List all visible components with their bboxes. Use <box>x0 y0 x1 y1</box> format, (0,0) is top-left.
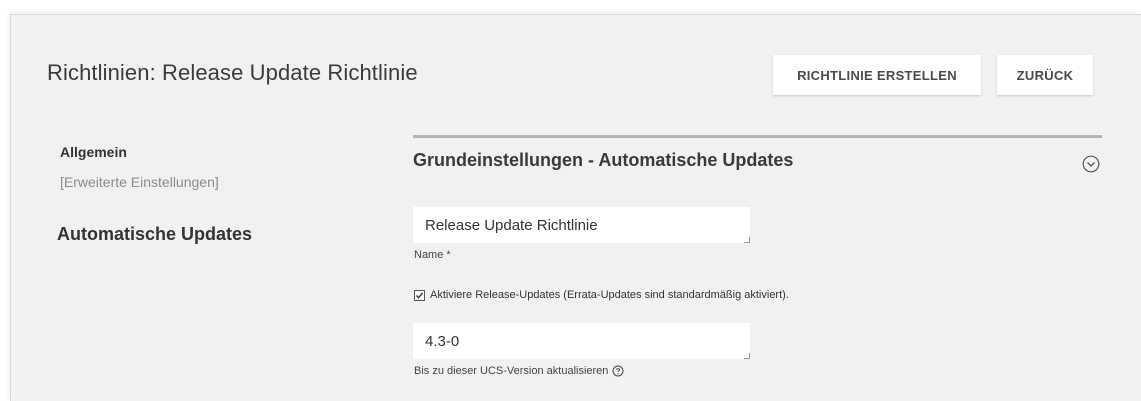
version-input[interactable] <box>413 323 750 359</box>
create-policy-button[interactable]: RICHTLINIE ERSTELLEN <box>773 55 981 95</box>
release-updates-label[interactable]: Aktiviere Release-Updates (Errata-Update… <box>430 289 789 301</box>
nav-advanced-settings[interactable]: [Erweiterte Einstellungen] <box>60 174 219 190</box>
checkmark-icon <box>416 291 424 299</box>
release-updates-checkbox[interactable] <box>414 289 425 301</box>
release-updates-option: Aktiviere Release-Updates (Errata-Update… <box>414 289 789 301</box>
nav-automatic-updates[interactable]: Automatische Updates <box>57 224 252 245</box>
chevron-circle-down-icon[interactable] <box>1082 155 1100 173</box>
version-label: Bis zu dieser UCS-Version aktualisieren <box>414 365 609 377</box>
section-title: Grundeinstellungen - Automatische Update… <box>413 150 794 170</box>
nav-general[interactable]: Allgemein <box>60 144 127 160</box>
name-input[interactable] <box>413 207 750 243</box>
question-circle-icon[interactable] <box>612 365 624 377</box>
section-divider <box>413 135 1102 138</box>
page-title: Richtlinien: Release Update Richtlinie <box>47 60 418 85</box>
name-label: Name * <box>414 249 451 261</box>
back-button[interactable]: ZURÜCK <box>997 55 1093 95</box>
version-label-row: Bis zu dieser UCS-Version aktualisieren <box>414 365 624 377</box>
